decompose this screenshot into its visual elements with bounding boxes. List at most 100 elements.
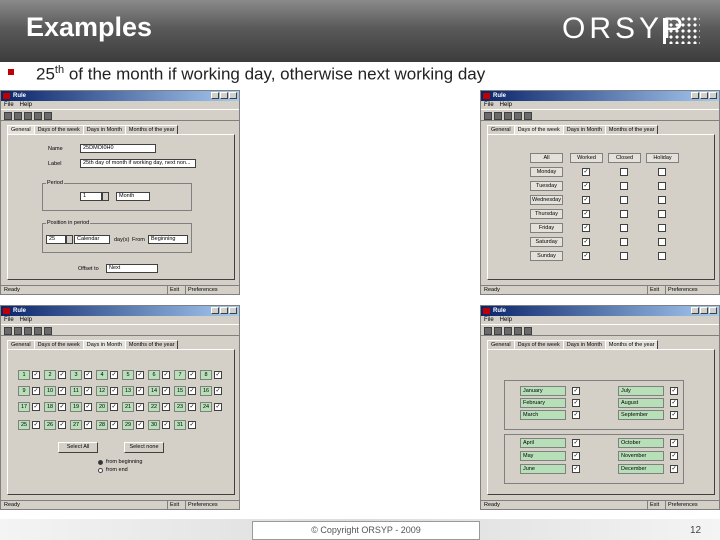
tab-days-of-week[interactable]: Days of the week xyxy=(33,340,84,349)
close-icon[interactable] xyxy=(709,92,717,99)
day-number-box[interactable]: 22 xyxy=(148,402,160,412)
label-field[interactable]: 25th day of month if working day, next n… xyxy=(80,159,196,168)
day-checkbox[interactable]: ✓ xyxy=(136,421,144,429)
day-checkbox[interactable]: ✓ xyxy=(32,387,40,395)
holiday-checkbox[interactable] xyxy=(658,196,666,204)
day-checkbox[interactable]: ✓ xyxy=(214,371,222,379)
month-december[interactable]: December xyxy=(618,464,664,474)
august-checkbox[interactable]: ✓ xyxy=(670,399,678,407)
period-unit-select[interactable]: Month xyxy=(116,192,150,201)
day-number-box[interactable]: 30 xyxy=(148,420,160,430)
day-number-box[interactable]: 27 xyxy=(70,420,82,430)
day-number-box[interactable]: 26 xyxy=(44,420,56,430)
menu-file[interactable]: File xyxy=(484,316,494,324)
window-titlebar[interactable]: Rule xyxy=(481,91,719,101)
month-september[interactable]: September xyxy=(618,410,664,420)
closed-checkbox[interactable] xyxy=(620,182,628,190)
day-number-box[interactable]: 11 xyxy=(70,386,82,396)
day-number-box[interactable]: 8 xyxy=(200,370,212,380)
maximize-icon[interactable] xyxy=(700,92,708,99)
day-checkbox[interactable]: ✓ xyxy=(162,371,170,379)
help-icon[interactable] xyxy=(44,327,52,335)
day-checkbox[interactable]: ✓ xyxy=(32,403,40,411)
tab-months[interactable]: Months of the year xyxy=(604,340,659,349)
month-april[interactable]: April xyxy=(520,438,566,448)
position-spinner[interactable] xyxy=(66,235,73,244)
november-checkbox[interactable]: ✓ xyxy=(670,452,678,460)
minimize-icon[interactable] xyxy=(691,92,699,99)
new-icon[interactable] xyxy=(484,327,492,335)
save-as-icon[interactable] xyxy=(504,112,512,120)
from-beginning-radio[interactable] xyxy=(98,460,103,465)
save-icon[interactable] xyxy=(14,112,22,120)
menu-help[interactable]: Help xyxy=(20,316,32,324)
june-checkbox[interactable]: ✓ xyxy=(572,465,580,473)
day-number-box[interactable]: 9 xyxy=(18,386,30,396)
worked-checkbox[interactable]: ✓ xyxy=(582,224,590,232)
holiday-checkbox[interactable] xyxy=(658,224,666,232)
day-number-box[interactable]: 7 xyxy=(174,370,186,380)
month-june[interactable]: June xyxy=(520,464,566,474)
tab-days-in-month[interactable]: Days in Month xyxy=(82,125,126,134)
header-all-button[interactable]: All xyxy=(530,153,563,163)
day-number-box[interactable]: 31 xyxy=(174,420,186,430)
day-checkbox[interactable]: ✓ xyxy=(110,371,118,379)
header-worked-button[interactable]: Worked xyxy=(570,153,603,163)
save-as-icon[interactable] xyxy=(24,112,32,120)
month-may[interactable]: May xyxy=(520,451,566,461)
position-type-select[interactable]: Calendar xyxy=(74,235,110,244)
save-as-icon[interactable] xyxy=(24,327,32,335)
closed-checkbox[interactable] xyxy=(620,238,628,246)
print-icon[interactable] xyxy=(514,112,522,120)
minimize-icon[interactable] xyxy=(211,307,219,314)
select-all-button[interactable]: Select All xyxy=(58,442,98,453)
closed-checkbox[interactable] xyxy=(620,210,628,218)
maximize-icon[interactable] xyxy=(700,307,708,314)
from-end-radio[interactable] xyxy=(98,468,103,473)
day-number-box[interactable]: 1 xyxy=(18,370,30,380)
september-checkbox[interactable]: ✓ xyxy=(670,411,678,419)
day-checkbox[interactable]: ✓ xyxy=(188,403,196,411)
holiday-checkbox[interactable] xyxy=(658,252,666,260)
help-icon[interactable] xyxy=(524,327,532,335)
day-checkbox[interactable]: ✓ xyxy=(188,387,196,395)
january-checkbox[interactable]: ✓ xyxy=(572,387,580,395)
tab-general[interactable]: General xyxy=(487,125,515,134)
closed-checkbox[interactable] xyxy=(620,196,628,204)
worked-checkbox[interactable]: ✓ xyxy=(582,210,590,218)
month-february[interactable]: February xyxy=(520,398,566,408)
day-number-box[interactable]: 14 xyxy=(148,386,160,396)
day-checkbox[interactable]: ✓ xyxy=(214,387,222,395)
maximize-icon[interactable] xyxy=(220,307,228,314)
tab-general[interactable]: General xyxy=(7,340,35,349)
save-as-icon[interactable] xyxy=(504,327,512,335)
day-checkbox[interactable]: ✓ xyxy=(162,403,170,411)
day-checkbox[interactable]: ✓ xyxy=(136,387,144,395)
close-icon[interactable] xyxy=(229,92,237,99)
closed-checkbox[interactable] xyxy=(620,168,628,176)
day-number-box[interactable]: 15 xyxy=(174,386,186,396)
tab-days-of-week[interactable]: Days of the week xyxy=(33,125,84,134)
day-checkbox[interactable]: ✓ xyxy=(58,371,66,379)
day-checkbox[interactable]: ✓ xyxy=(110,403,118,411)
day-checkbox[interactable]: ✓ xyxy=(162,421,170,429)
name-field[interactable]: 25DMOI0H0 xyxy=(80,144,156,153)
menu-help[interactable]: Help xyxy=(500,101,512,109)
tab-days-of-week[interactable]: Days of the week xyxy=(513,125,564,134)
day-sunday[interactable]: Sunday xyxy=(530,251,563,261)
from-select[interactable]: Beginning xyxy=(148,235,188,244)
position-field[interactable]: 25 xyxy=(46,235,66,244)
month-march[interactable]: March xyxy=(520,410,566,420)
day-checkbox[interactable]: ✓ xyxy=(188,421,196,429)
save-icon[interactable] xyxy=(494,112,502,120)
menu-file[interactable]: File xyxy=(484,101,494,109)
day-wednesday[interactable]: Wednesday xyxy=(530,195,563,205)
day-checkbox[interactable]: ✓ xyxy=(84,421,92,429)
worked-checkbox[interactable]: ✓ xyxy=(582,238,590,246)
day-number-box[interactable]: 19 xyxy=(70,402,82,412)
april-checkbox[interactable]: ✓ xyxy=(572,439,580,447)
window-titlebar[interactable]: Rule xyxy=(481,306,719,316)
day-number-box[interactable]: 2 xyxy=(44,370,56,380)
worked-checkbox[interactable]: ✓ xyxy=(582,252,590,260)
minimize-icon[interactable] xyxy=(211,92,219,99)
